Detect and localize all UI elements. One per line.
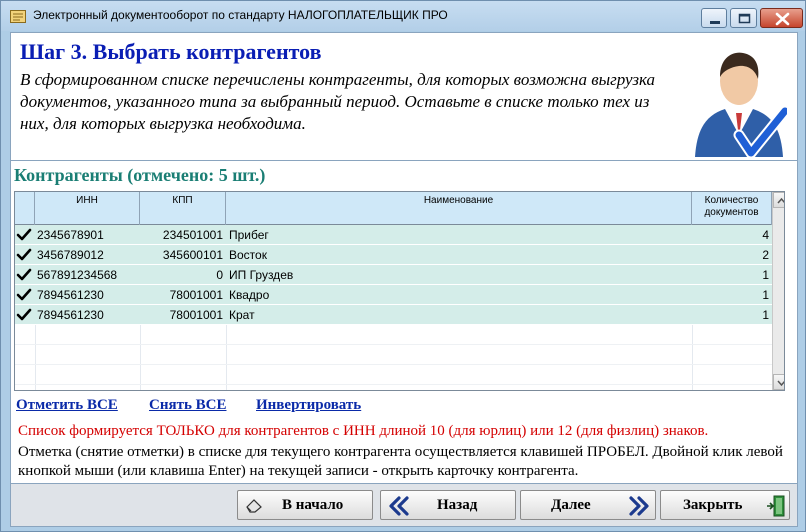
back-button[interactable]: Назад bbox=[380, 490, 516, 520]
maximize-button[interactable] bbox=[730, 8, 757, 28]
vertical-scrollbar[interactable] bbox=[772, 192, 784, 390]
row-checkbox[interactable] bbox=[15, 245, 35, 265]
table-row[interactable]: 567891234568 0 ИП Груздев 1 bbox=[15, 265, 784, 285]
title-bar[interactable]: Электронный документооборот по стандарту… bbox=[1, 1, 805, 31]
close-icon bbox=[775, 12, 790, 26]
cell-kpp: 234501001 bbox=[162, 228, 223, 242]
cell-kpp: 0 bbox=[216, 268, 223, 282]
table-row[interactable]: 7894561230 78001001 Квадро 1 bbox=[15, 285, 784, 305]
maximize-icon bbox=[738, 13, 751, 24]
inn-warning: Список формируется ТОЛЬКО для контрагент… bbox=[18, 423, 709, 439]
cell-kpp: 78001001 bbox=[169, 308, 223, 322]
close-button-label: Закрыть bbox=[683, 497, 743, 513]
cell-kpp: 345600101 bbox=[162, 248, 223, 262]
step-title: Шаг 3. Выбрать контрагентов bbox=[20, 39, 322, 64]
cell-name: Прибег bbox=[229, 228, 269, 242]
cell-name: Крат bbox=[229, 308, 255, 322]
row-checkbox[interactable] bbox=[15, 285, 35, 305]
cell-inn: 2345678901 bbox=[37, 228, 104, 242]
minimize-icon bbox=[710, 21, 720, 24]
eraser-icon bbox=[246, 499, 262, 513]
header-count[interactable]: Количество документов bbox=[692, 192, 772, 225]
row-checkbox[interactable] bbox=[15, 265, 35, 285]
app-icon bbox=[10, 10, 26, 23]
header-kpp[interactable]: КПП bbox=[140, 192, 226, 225]
next-button-label: Далее bbox=[551, 497, 591, 513]
user-check-icon bbox=[695, 52, 787, 157]
cell-kpp: 78001001 bbox=[169, 288, 223, 302]
main-panel: Контрагенты (отмечено: 5 шт.) ИНН КПП На… bbox=[10, 161, 798, 483]
empty-row bbox=[15, 325, 784, 345]
step-description: В сформированном списке перечислены конт… bbox=[20, 70, 656, 133]
double-chevron-left-icon bbox=[389, 496, 409, 516]
close-button[interactable]: Закрыть bbox=[660, 490, 790, 520]
cell-inn: 7894561230 bbox=[37, 308, 104, 322]
cell-count: 4 bbox=[762, 228, 769, 242]
cell-count: 1 bbox=[762, 288, 769, 302]
table-row[interactable]: 2345678901 234501001 Прибег 4 bbox=[15, 225, 784, 245]
app-window: Электронный документооборот по стандарту… bbox=[0, 0, 806, 532]
table-row[interactable]: 3456789012 345600101 Восток 2 bbox=[15, 245, 784, 265]
chevron-up-icon bbox=[777, 197, 784, 204]
checkmark-icon bbox=[16, 228, 32, 241]
checkmark-icon bbox=[16, 248, 32, 261]
empty-row bbox=[15, 365, 784, 385]
next-button[interactable]: Далее bbox=[520, 490, 656, 520]
footer-bar: В начало Назад Далее Закрыть bbox=[10, 483, 798, 527]
row-checkbox[interactable] bbox=[15, 305, 35, 325]
back-button-label: Назад bbox=[437, 497, 478, 513]
cell-name: Квадро bbox=[229, 288, 270, 302]
close-window-button[interactable] bbox=[760, 8, 803, 28]
cell-name: Восток bbox=[229, 248, 267, 262]
cell-count: 1 bbox=[762, 268, 769, 282]
checkmark-icon bbox=[16, 308, 32, 321]
cell-inn: 3456789012 bbox=[37, 248, 104, 262]
table-header: ИНН КПП Наименование Количество документ… bbox=[15, 192, 784, 225]
header-inn[interactable]: ИНН bbox=[35, 192, 140, 225]
window-title: Электронный документооборот по стандарту… bbox=[33, 8, 448, 22]
scroll-up-button[interactable] bbox=[773, 192, 784, 208]
scroll-down-button[interactable] bbox=[773, 374, 784, 390]
cell-count: 2 bbox=[762, 248, 769, 262]
exit-door-icon bbox=[767, 495, 785, 517]
section-title: Контрагенты (отмечено: 5 шт.) bbox=[14, 165, 266, 185]
cell-name: ИП Груздев bbox=[229, 268, 294, 282]
minimize-button[interactable] bbox=[701, 8, 727, 28]
header-name[interactable]: Наименование bbox=[226, 192, 692, 225]
step-header: Шаг 3. Выбрать контрагентов В сформирова… bbox=[10, 32, 798, 161]
table-row[interactable]: 7894561230 78001001 Крат 1 bbox=[15, 305, 784, 325]
start-button-label: В начало bbox=[282, 497, 344, 513]
cell-inn: 7894561230 bbox=[37, 288, 104, 302]
counterparties-table[interactable]: ИНН КПП Наименование Количество документ… bbox=[14, 191, 785, 391]
help-text: Отметка (снятие отметки) в списке для те… bbox=[18, 444, 783, 479]
check-all-link[interactable]: Отметить ВСЕ bbox=[16, 397, 118, 414]
header-check bbox=[15, 192, 35, 225]
double-chevron-right-icon bbox=[629, 496, 649, 516]
checkmark-icon bbox=[16, 288, 32, 301]
invert-selection-link[interactable]: Инвертировать bbox=[256, 397, 361, 414]
chevron-down-icon bbox=[777, 380, 784, 387]
row-checkbox[interactable] bbox=[15, 225, 35, 245]
empty-row bbox=[15, 345, 784, 365]
start-button[interactable]: В начало bbox=[237, 490, 373, 520]
cell-inn: 567891234568 bbox=[37, 268, 118, 282]
checkmark-icon bbox=[16, 268, 32, 281]
uncheck-all-link[interactable]: Снять ВСЕ bbox=[149, 397, 226, 414]
cell-count: 1 bbox=[762, 308, 769, 322]
